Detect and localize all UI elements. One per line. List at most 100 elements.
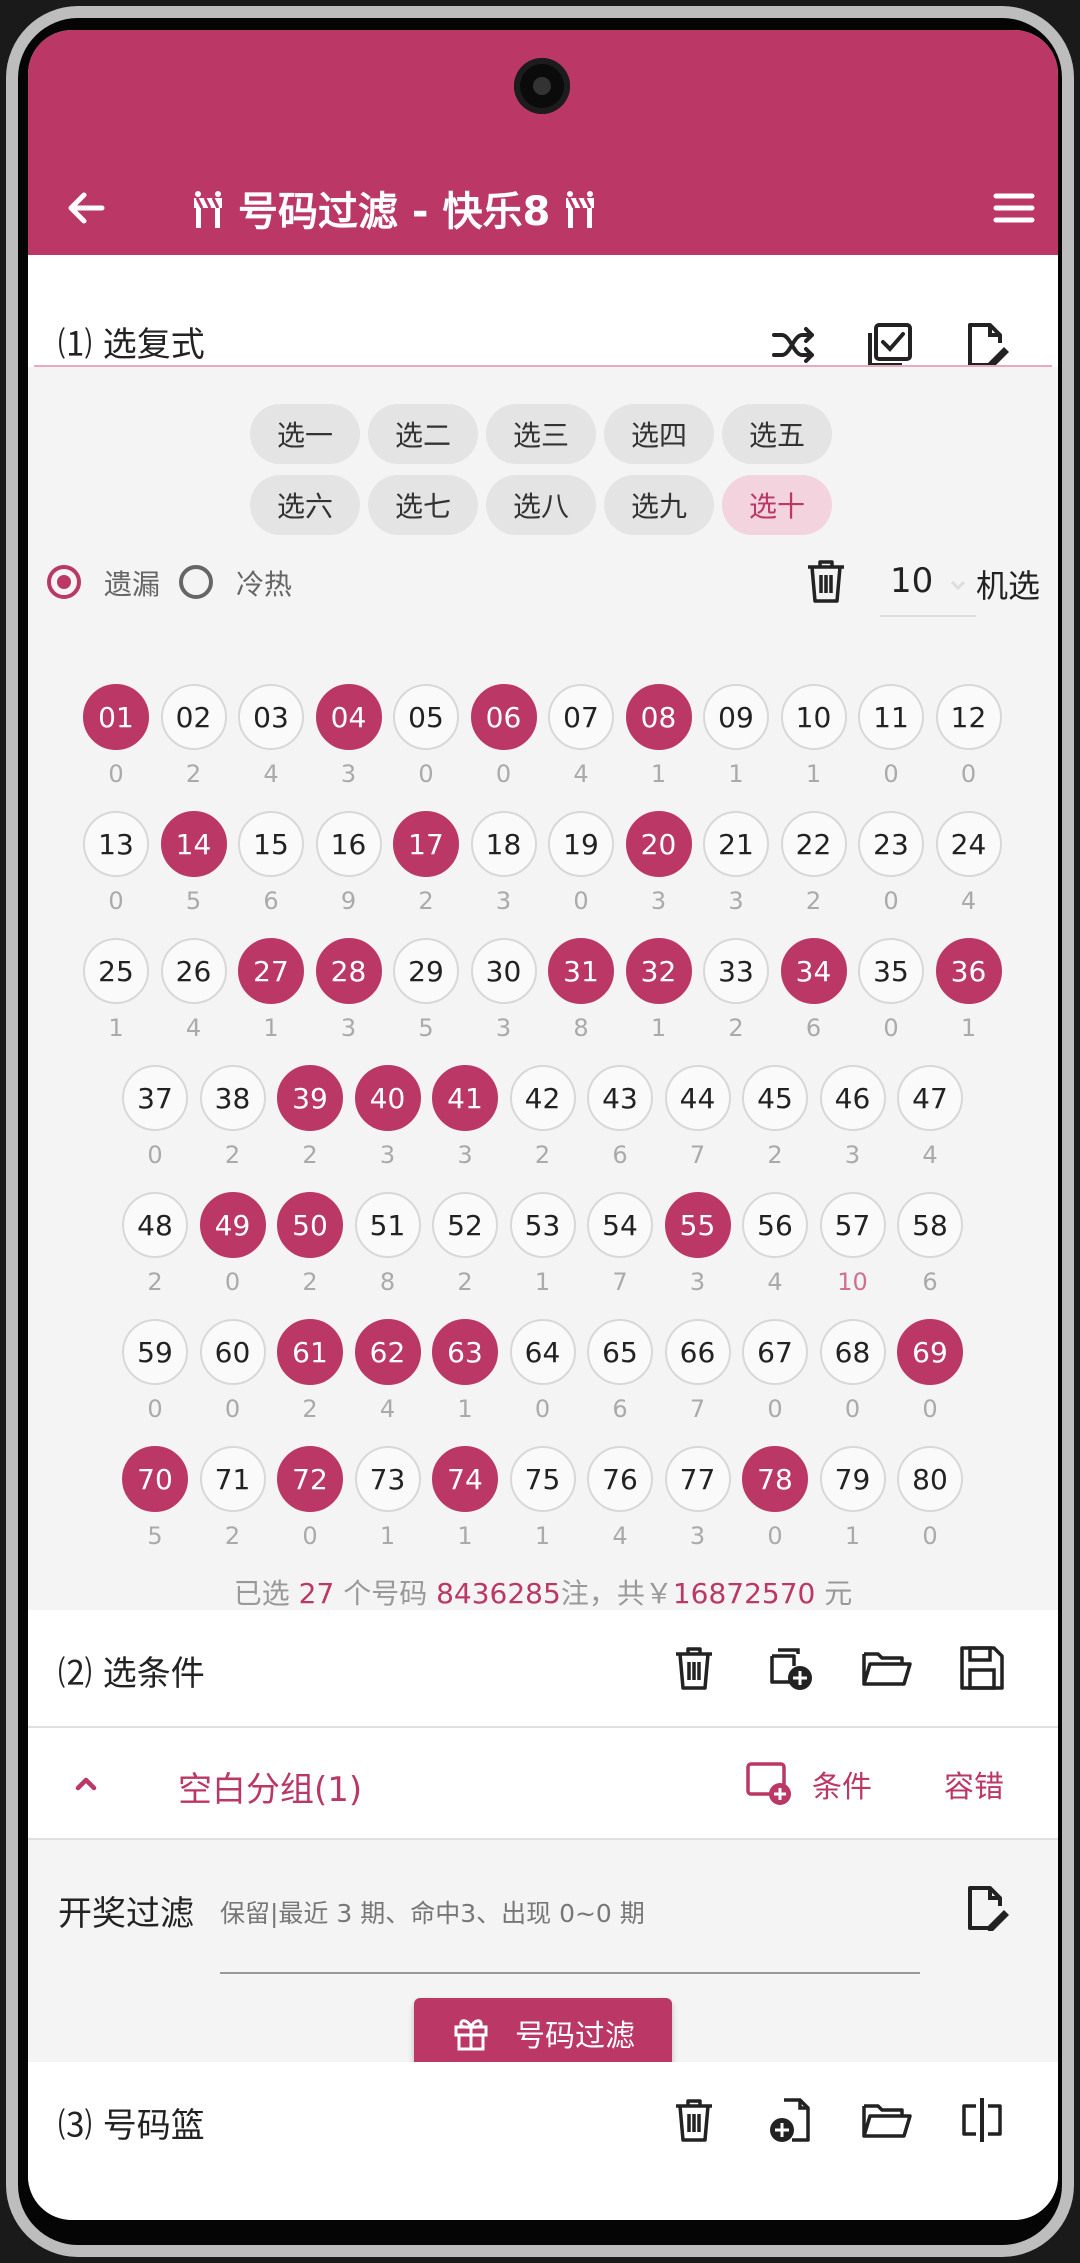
number-ball[interactable]: 31 xyxy=(548,938,614,1004)
number-ball[interactable]: 16 xyxy=(315,811,382,877)
number-ball[interactable]: 06 xyxy=(470,684,537,750)
back-button[interactable] xyxy=(58,180,114,236)
number-filter-button[interactable]: 号码过滤 xyxy=(414,1998,672,2068)
split-basket-button[interactable] xyxy=(954,2092,1010,2148)
edit-filter-button[interactable] xyxy=(958,1880,1014,1936)
number-ball[interactable]: 27 xyxy=(238,938,304,1004)
number-ball[interactable]: 51 xyxy=(354,1192,421,1258)
number-ball[interactable]: 36 xyxy=(935,938,1002,1004)
number-ball[interactable]: 75 xyxy=(509,1446,576,1512)
number-ball[interactable]: 42 xyxy=(509,1065,576,1131)
number-ball[interactable]: 35 xyxy=(858,938,924,1004)
add-condition-button[interactable]: 条件 xyxy=(744,1754,894,1810)
number-ball[interactable]: 39 xyxy=(277,1065,343,1131)
folder-open-icon xyxy=(862,2104,912,2138)
menu-button[interactable] xyxy=(986,180,1042,236)
number-ball[interactable]: 32 xyxy=(625,938,692,1004)
number-ball[interactable]: 43 xyxy=(587,1065,653,1131)
number-ball[interactable]: 76 xyxy=(587,1446,653,1512)
collapse-group-button[interactable] xyxy=(58,1756,114,1812)
number-ball[interactable]: 19 xyxy=(548,811,614,877)
number-ball[interactable]: 08 xyxy=(625,684,692,750)
number-ball[interactable]: 78 xyxy=(742,1446,808,1512)
number-ball[interactable]: 56 xyxy=(742,1192,808,1258)
number-ball[interactable]: 48 xyxy=(122,1192,188,1258)
clear-basket-button[interactable] xyxy=(666,2092,722,2148)
number-ball[interactable]: 10 xyxy=(780,684,847,750)
number-ball[interactable]: 66 xyxy=(664,1319,731,1385)
group-title[interactable]: 空白分组(1) xyxy=(178,1762,362,1811)
number-ball[interactable]: 59 xyxy=(122,1319,188,1385)
number-ball[interactable]: 79 xyxy=(819,1446,886,1512)
number-ball[interactable]: 54 xyxy=(587,1192,653,1258)
number-ball[interactable]: 29 xyxy=(393,938,459,1004)
number-ball[interactable]: 17 xyxy=(393,811,459,877)
number-ball[interactable]: 80 xyxy=(897,1446,963,1512)
number-ball[interactable]: 53 xyxy=(509,1192,576,1258)
number-ball[interactable]: 68 xyxy=(819,1319,886,1385)
number-ball[interactable]: 12 xyxy=(935,684,1002,750)
save-conditions-button[interactable] xyxy=(954,1640,1010,1696)
clear-conditions-button[interactable] xyxy=(666,1640,722,1696)
number-ball[interactable]: 60 xyxy=(199,1319,266,1385)
number-ball[interactable]: 46 xyxy=(819,1065,886,1131)
number-ball[interactable]: 04 xyxy=(315,684,382,750)
number-ball[interactable]: 45 xyxy=(742,1065,808,1131)
number-ball[interactable]: 67 xyxy=(742,1319,808,1385)
open-basket-button[interactable] xyxy=(858,2092,914,2148)
number-ball[interactable]: 40 xyxy=(354,1065,421,1131)
number-ball[interactable]: 28 xyxy=(315,938,382,1004)
filter-description[interactable]: 保留|最近 3 期、命中3、出现 0~0 期 xyxy=(220,1894,645,1930)
number-ball[interactable]: 33 xyxy=(703,938,769,1004)
number-ball[interactable]: 55 xyxy=(664,1192,731,1258)
number-ball[interactable]: 02 xyxy=(160,684,227,750)
number-ball[interactable]: 01 xyxy=(83,684,149,750)
number-ball[interactable]: 07 xyxy=(548,684,614,750)
number-ball[interactable]: 05 xyxy=(393,684,459,750)
number-ball[interactable]: 20 xyxy=(625,811,692,877)
number-ball[interactable]: 57 xyxy=(819,1192,886,1258)
number-ball[interactable]: 58 xyxy=(897,1192,963,1258)
number-ball[interactable]: 23 xyxy=(858,811,924,877)
number-ball[interactable]: 70 xyxy=(122,1446,188,1512)
number-ball[interactable]: 50 xyxy=(277,1192,343,1258)
number-ball[interactable]: 14 xyxy=(160,811,227,877)
number-ball[interactable]: 03 xyxy=(238,684,304,750)
add-group-button[interactable] xyxy=(762,1640,818,1696)
number-ball[interactable]: 22 xyxy=(780,811,847,877)
number-ball[interactable]: 69 xyxy=(897,1319,963,1385)
number-ball[interactable]: 30 xyxy=(470,938,537,1004)
number-ball[interactable]: 09 xyxy=(703,684,769,750)
number-ball[interactable]: 26 xyxy=(160,938,227,1004)
number-ball[interactable]: 74 xyxy=(432,1446,498,1512)
number-ball[interactable]: 37 xyxy=(122,1065,188,1131)
number-ball[interactable]: 13 xyxy=(83,811,149,877)
missing-count: 0 xyxy=(224,1395,241,1423)
number-ball[interactable]: 77 xyxy=(664,1446,731,1512)
number-ball[interactable]: 21 xyxy=(703,811,769,877)
number-ball[interactable]: 41 xyxy=(432,1065,498,1131)
number-ball[interactable]: 24 xyxy=(935,811,1002,877)
number-ball[interactable]: 71 xyxy=(199,1446,266,1512)
open-conditions-button[interactable] xyxy=(858,1640,914,1696)
tolerance-button[interactable]: 容错 xyxy=(944,1762,1004,1806)
number-ball[interactable]: 38 xyxy=(199,1065,266,1131)
missing-count: 4 xyxy=(767,1268,783,1296)
number-ball[interactable]: 63 xyxy=(432,1319,498,1385)
add-to-basket-button[interactable] xyxy=(762,2092,818,2148)
number-ball[interactable]: 15 xyxy=(238,811,304,877)
number-ball[interactable]: 62 xyxy=(354,1319,421,1385)
number-ball[interactable]: 65 xyxy=(587,1319,653,1385)
number-ball[interactable]: 47 xyxy=(897,1065,963,1131)
number-ball[interactable]: 25 xyxy=(83,938,149,1004)
number-ball[interactable]: 18 xyxy=(470,811,537,877)
number-ball[interactable]: 52 xyxy=(432,1192,498,1258)
number-ball[interactable]: 73 xyxy=(354,1446,421,1512)
number-ball[interactable]: 34 xyxy=(780,938,847,1004)
number-ball[interactable]: 11 xyxy=(858,684,924,750)
number-ball[interactable]: 64 xyxy=(509,1319,576,1385)
number-ball[interactable]: 72 xyxy=(277,1446,343,1512)
number-ball[interactable]: 44 xyxy=(664,1065,731,1131)
number-ball[interactable]: 49 xyxy=(199,1192,266,1258)
number-ball[interactable]: 61 xyxy=(277,1319,343,1385)
